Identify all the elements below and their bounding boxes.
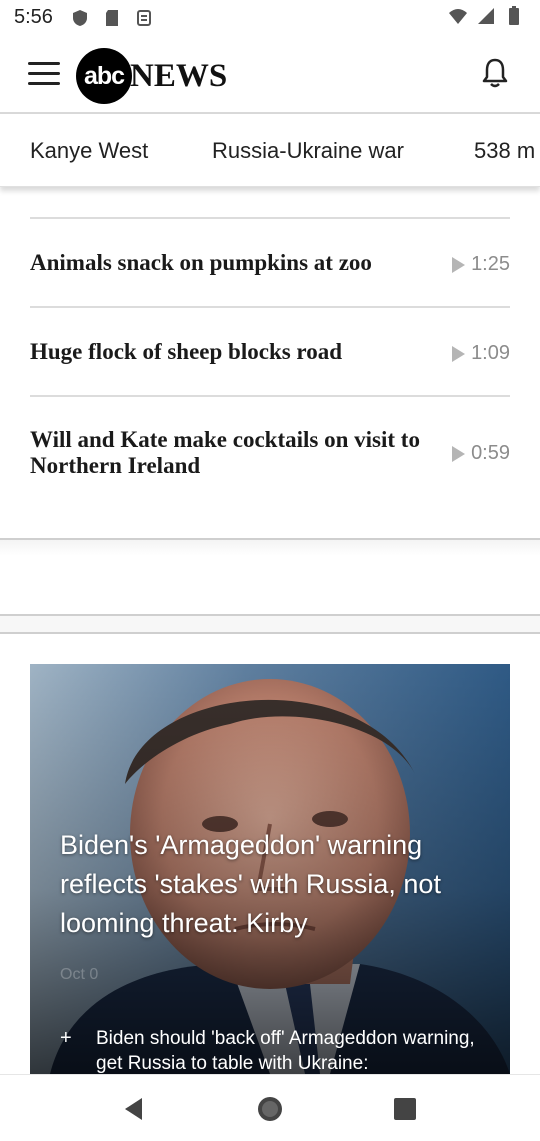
- home-circle-icon[interactable]: [255, 1094, 285, 1124]
- sd-card-icon: [106, 10, 118, 26]
- hero-story-card[interactable]: Biden's 'Armageddon' warning reflects 's…: [30, 664, 510, 1074]
- video-title: Huge flock of sheep blocks road: [30, 339, 343, 364]
- status-time: 5:56: [14, 6, 53, 28]
- duration-text: 0:59: [471, 442, 510, 464]
- shield-icon: [73, 10, 87, 26]
- wifi-icon: [449, 9, 467, 24]
- app-header: abc NEWS: [0, 36, 540, 114]
- hamburger-menu-icon[interactable]: [28, 62, 60, 86]
- related-story-text: Biden should 'back off' Armageddon warni…: [96, 1028, 475, 1074]
- logo-abc-mark: abc: [76, 48, 132, 104]
- section-shadow: [0, 540, 540, 556]
- bell-icon[interactable]: [478, 56, 512, 90]
- status-bar: 5:56: [0, 0, 540, 36]
- recent-square-icon[interactable]: [392, 1096, 418, 1122]
- play-icon: [452, 345, 466, 362]
- system-nav-bar: [0, 1074, 540, 1141]
- duration-text: 1:09: [471, 342, 510, 364]
- topic-russia-ukraine-war[interactable]: Russia-Ukraine war: [212, 138, 404, 164]
- video-item[interactable]: Huge flock of sheep blocks road 1:09: [30, 307, 510, 395]
- topic-538[interactable]: 538 m: [474, 138, 535, 164]
- video-duration: 1:09: [452, 342, 510, 365]
- section-gap: [0, 616, 540, 632]
- video-duration: 1:25: [452, 253, 510, 276]
- video-item[interactable]: Animals snack on pumpkins at zoo 1:25: [30, 218, 510, 306]
- video-duration: 0:59: [452, 442, 510, 465]
- status-system-icons: [448, 6, 524, 26]
- video-item[interactable]: Will and Kate make cocktails on visit to…: [30, 396, 510, 496]
- battery-icon: [509, 6, 519, 25]
- plus-icon: +: [60, 1027, 72, 1049]
- section-separator: [0, 632, 540, 634]
- video-title: Animals snack on pumpkins at zoo: [30, 250, 372, 275]
- abc-news-logo[interactable]: abc NEWS: [76, 46, 227, 106]
- hero-headline[interactable]: Biden's 'Armageddon' warning reflects 's…: [60, 826, 490, 943]
- duration-text: 1:25: [471, 253, 510, 275]
- hero-date: Oct 0: [60, 966, 99, 983]
- signal-icon: [478, 8, 494, 24]
- sync-icon: [137, 10, 151, 26]
- topic-kanye-west[interactable]: Kanye West: [30, 138, 148, 164]
- play-icon: [452, 256, 466, 273]
- video-title: Will and Kate make cocktails on visit to…: [30, 427, 420, 478]
- topic-bar: Kanye West Russia-Ukraine war 538 m: [0, 114, 540, 187]
- status-notification-icons: [70, 8, 154, 28]
- play-icon: [452, 445, 466, 462]
- logo-news-text: NEWS: [130, 57, 228, 94]
- back-triangle-icon[interactable]: [120, 1095, 148, 1123]
